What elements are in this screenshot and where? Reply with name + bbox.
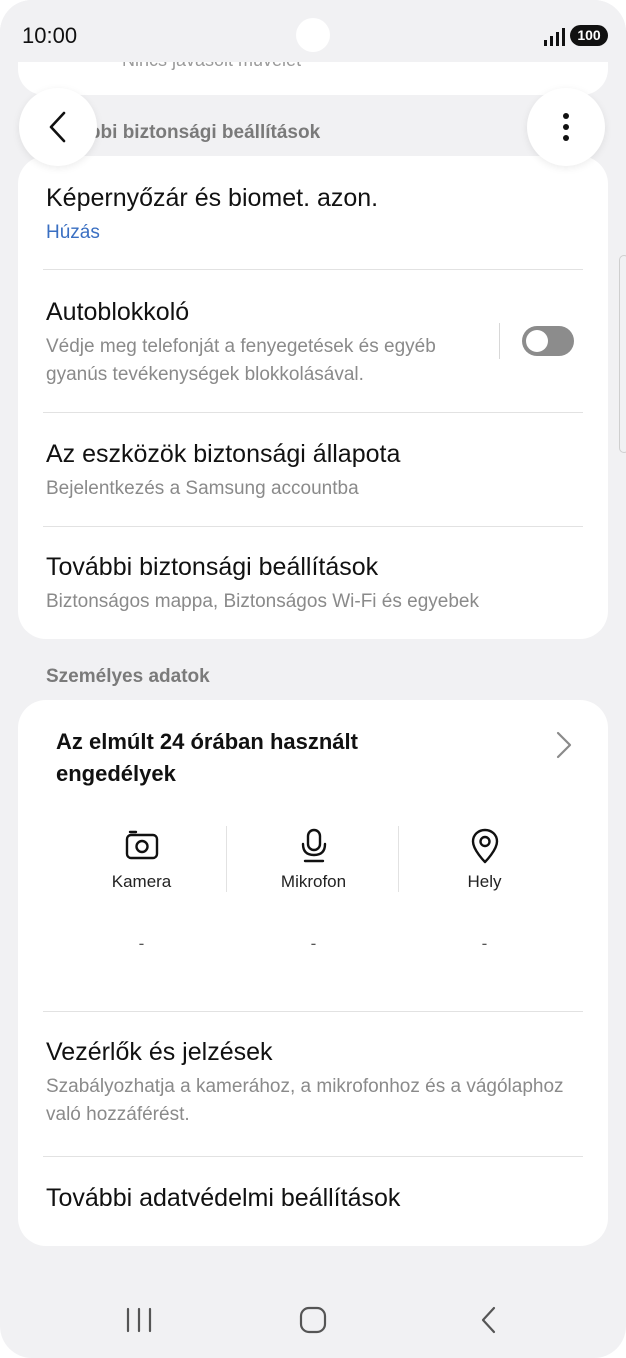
security-settings-card: Képernyőzár és biomet. azon. Húzás Autob… [18, 156, 608, 639]
more-security-settings-subtitle: Biztonságos mappa, Biztonságos Wi-Fi és … [46, 591, 479, 612]
permission-location-label: Hely [467, 872, 502, 891]
back-nav-icon[interactable] [478, 1306, 500, 1334]
toggle-separator [499, 323, 500, 359]
back-button[interactable] [19, 88, 97, 166]
navigation-bar [0, 1280, 626, 1358]
permission-location-value: - [481, 934, 488, 953]
toggle-knob [526, 330, 548, 352]
controls-and-alerts-subtitle: Szabályozhatja a kamerához, a mikrofonho… [46, 1076, 564, 1125]
auto-blocker-title: Autoblokkoló [46, 298, 190, 326]
divider [43, 412, 583, 413]
section-header-privacy: Személyes adatok [46, 666, 210, 687]
microphone-icon [301, 828, 326, 863]
auto-blocker-toggle[interactable] [522, 326, 574, 356]
device-security-status-title: Az eszközök biztonsági állapota [46, 440, 401, 468]
divider [43, 1011, 583, 1012]
more-options-button[interactable] [527, 88, 605, 166]
permission-microphone-label: Mikrofon [280, 872, 347, 891]
chevron-right-icon [556, 731, 572, 759]
chevron-left-icon [49, 111, 66, 143]
permission-camera-value: - [138, 934, 145, 953]
signal-bars-icon [544, 28, 565, 46]
auto-blocker-subtitle: Védje meg telefonját a fenyegetések és e… [46, 336, 436, 385]
permission-camera[interactable]: Kamera - [56, 828, 227, 954]
column-separator [226, 826, 227, 892]
status-bar: 10:00 100 [0, 0, 626, 64]
controls-and-alerts-row[interactable]: Vezérlők és jelzések Szabályozhatja a ka… [46, 1038, 580, 1129]
permission-location[interactable]: Hely - [399, 828, 570, 954]
device-security-status-subtitle: Bejelentkezés a Samsung accountba [46, 478, 359, 499]
status-time: 10:00 [22, 23, 78, 48]
more-security-settings-row[interactable]: További biztonsági beállítások Biztonság… [46, 553, 580, 616]
location-pin-icon [471, 828, 498, 864]
camera-icon [125, 830, 158, 860]
auto-blocker-row[interactable]: Autoblokkoló Védje meg telefonját a feny… [46, 298, 468, 389]
more-privacy-settings-title: További adatvédelmi beállítások [46, 1184, 401, 1212]
divider [43, 269, 583, 270]
more-vertical-icon [563, 113, 569, 141]
phone-screen: Nincs javasolt művelet 10:00 100 További… [0, 0, 626, 1358]
screen-lock-title: Képernyőzár és biomet. azon. [46, 184, 379, 212]
scrollbar[interactable] [619, 255, 626, 453]
privacy-card: Az elmúlt 24 órában használt engedélyek … [18, 700, 608, 1246]
controls-and-alerts-title: Vezérlők és jelzések [46, 1038, 273, 1066]
screen-lock-subtitle: Húzás [46, 222, 100, 243]
device-security-status-row[interactable]: Az eszközök biztonsági állapota Bejelent… [46, 440, 580, 503]
divider [43, 526, 583, 527]
divider [43, 1156, 583, 1157]
more-privacy-settings-row[interactable]: További adatvédelmi beállítások [46, 1184, 580, 1213]
screen-lock-row[interactable]: Képernyőzár és biomet. azon. Húzás [46, 184, 580, 247]
home-icon[interactable] [298, 1306, 328, 1334]
front-camera-cutout [296, 18, 330, 52]
permission-microphone-value: - [310, 934, 317, 953]
permission-microphone[interactable]: Mikrofon - [228, 828, 399, 954]
permission-camera-label: Kamera [111, 872, 172, 891]
battery-indicator: 100 [570, 25, 608, 46]
more-security-settings-title: További biztonsági beállítások [46, 553, 379, 581]
recent-apps-icon[interactable] [124, 1306, 154, 1334]
permissions-used-title: Az elmúlt 24 órában használt engedélyek [56, 729, 358, 786]
